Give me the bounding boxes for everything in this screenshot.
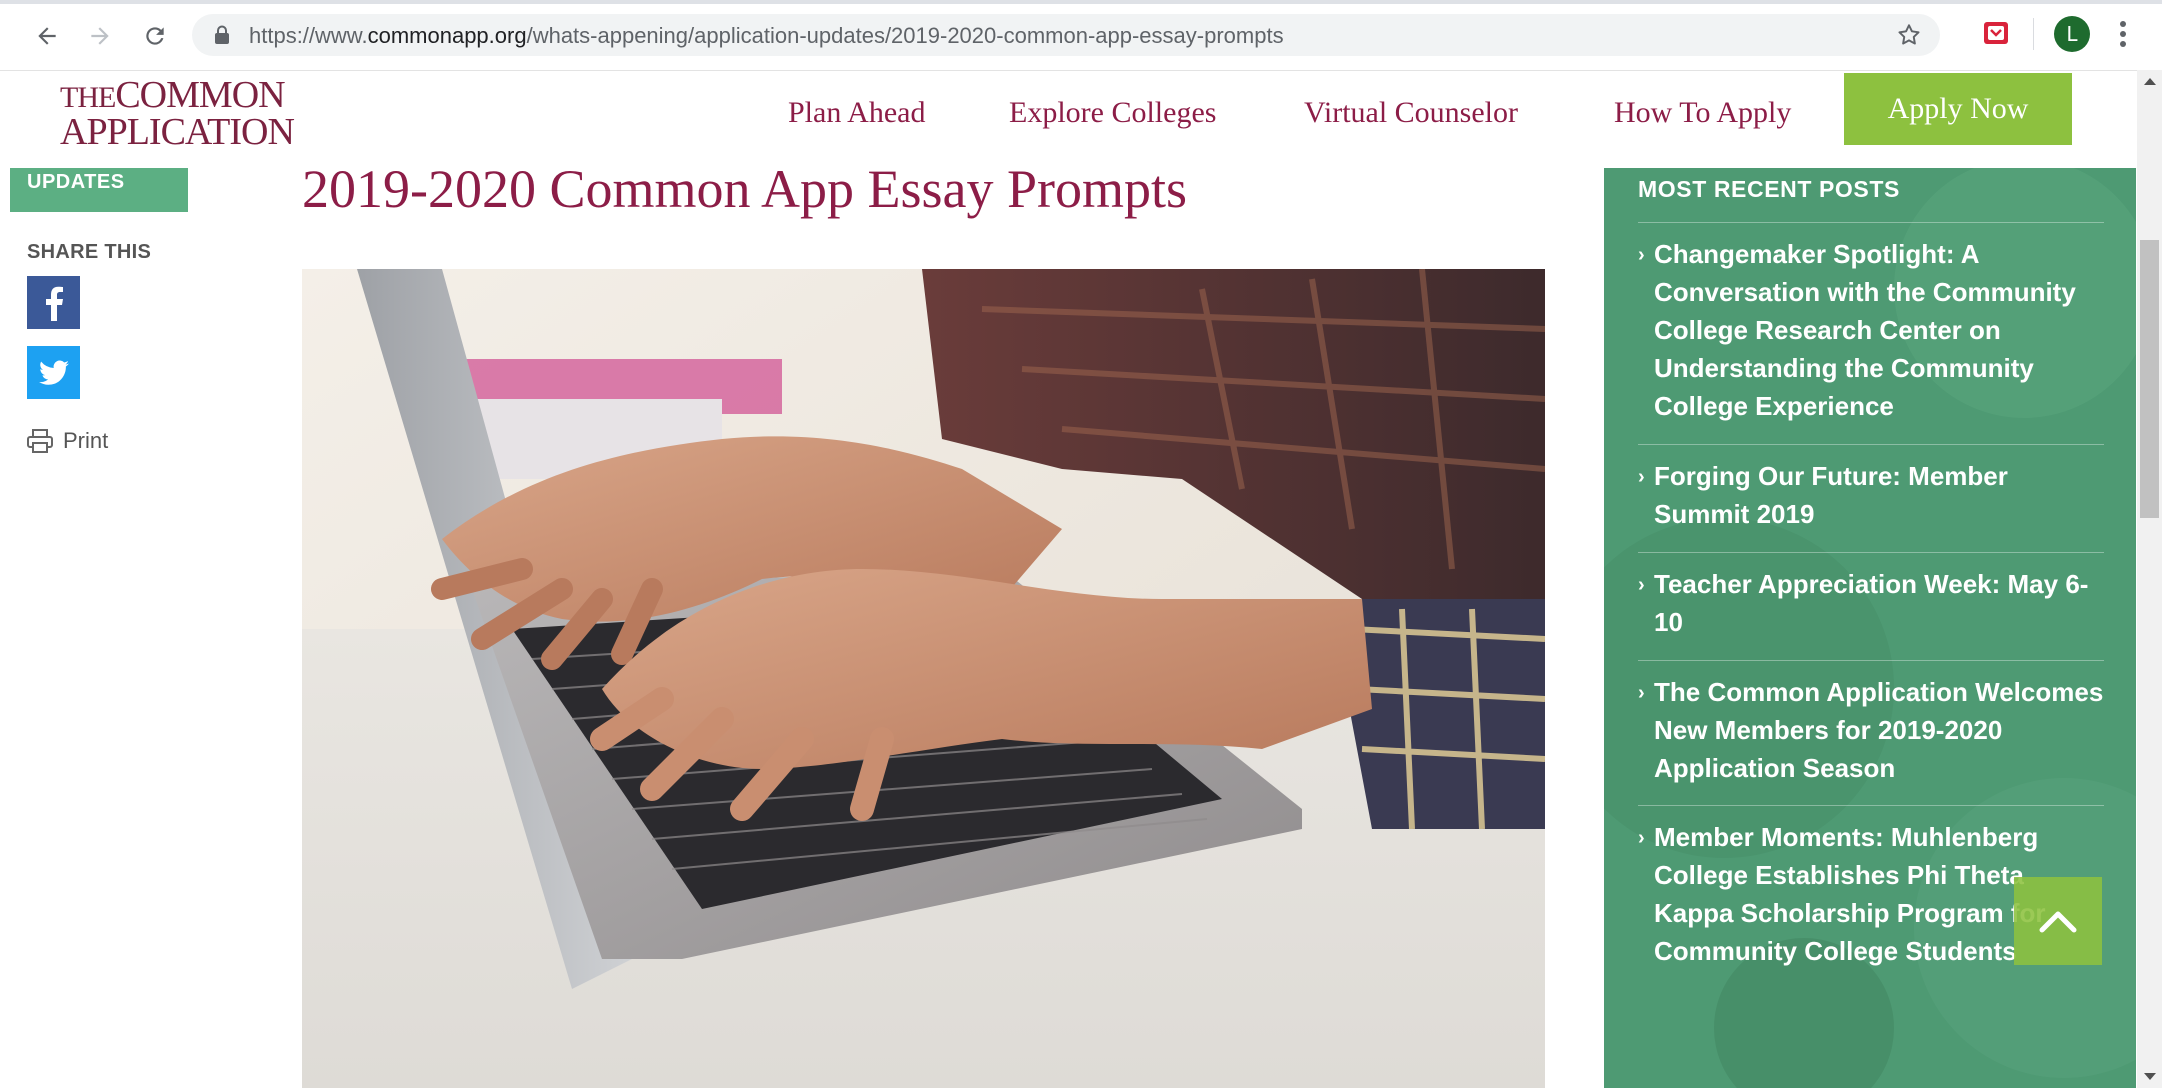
address-bar[interactable]: https://www.commonapp.org/whats-appening… [192, 14, 1940, 56]
chevron-right-icon: › [1638, 244, 1645, 266]
twitter-share-button[interactable] [27, 346, 80, 399]
nav-explore-colleges[interactable]: Explore Colleges [1009, 96, 1216, 130]
most-recent-posts-heading: MOST RECENT POSTS [1638, 176, 1900, 202]
logo-the: THE [60, 81, 116, 114]
recent-post-title: Teacher Appreciation Week: May 6-10 [1654, 569, 2089, 637]
nav-plan-ahead[interactable]: Plan Ahead [788, 96, 925, 130]
recent-post-title: The Common Application Welcomes New Memb… [1654, 677, 2104, 783]
recent-post-title: Changemaker Spotlight: A Conversation wi… [1654, 239, 2076, 421]
chevron-right-icon: › [1638, 827, 1645, 849]
reload-icon [146, 27, 164, 45]
print-button[interactable]: Print [27, 428, 108, 454]
nav-virtual-counselor[interactable]: Virtual Counselor [1304, 96, 1518, 130]
extension-icon[interactable] [1979, 16, 2013, 50]
page-scrollbar[interactable] [2137, 70, 2162, 1088]
share-this-heading: SHARE THIS [27, 241, 152, 263]
recent-post-title: Forging Our Future: Member Summit 2019 [1654, 461, 2008, 529]
twitter-icon [38, 359, 69, 385]
updates-category-tag[interactable]: UPDATES [10, 168, 188, 212]
site-logo[interactable]: THECOMMON APPLICATION [60, 76, 295, 153]
recent-post-link[interactable]: › Teacher Appreciation Week: May 6-10 [1638, 552, 2104, 661]
chevron-up-icon [2039, 911, 2077, 933]
profile-avatar[interactable]: L [2054, 16, 2090, 52]
laptop-typing-photo [302, 269, 1545, 1088]
printer-icon [27, 429, 53, 453]
lock-icon [215, 25, 229, 44]
facebook-icon [45, 286, 63, 321]
logo-application: APPLICATION [60, 111, 295, 153]
recent-post-link[interactable]: › Forging Our Future: Member Summit 2019 [1638, 444, 2104, 553]
article-title: 2019-2020 Common App Essay Prompts [302, 159, 1188, 219]
browser-toolbar: https://www.commonapp.org/whats-appening… [0, 0, 2162, 71]
kebab-menu-icon[interactable] [2117, 18, 2129, 50]
forward-icon [91, 27, 109, 45]
star-icon[interactable] [1896, 22, 1922, 48]
nav-how-to-apply[interactable]: How To Apply [1614, 96, 1791, 130]
back-button[interactable] [25, 14, 69, 58]
url-scheme: https://www. [249, 23, 368, 48]
article-hero-image [302, 269, 1545, 1088]
recent-post-link[interactable]: › Changemaker Spotlight: A Conversation … [1638, 222, 2104, 445]
url-host: commonapp.org [367, 23, 527, 48]
chevron-right-icon: › [1638, 466, 1645, 488]
back-to-top-button[interactable] [2014, 877, 2102, 965]
logo-common: COMMON [115, 74, 285, 116]
scroll-down-arrow[interactable] [2144, 1073, 2156, 1080]
chevron-right-icon: › [1638, 682, 1645, 704]
tab-strip-edge [0, 0, 2162, 4]
url-text: https://www.commonapp.org/whats-appening… [249, 23, 1284, 49]
recent-post-link[interactable]: › The Common Application Welcomes New Me… [1638, 660, 2104, 806]
back-icon [38, 27, 56, 45]
facebook-share-button[interactable] [27, 276, 80, 329]
print-label: Print [63, 428, 109, 453]
apply-now-button[interactable]: Apply Now [1844, 73, 2072, 145]
chevron-right-icon: › [1638, 574, 1645, 596]
scroll-up-arrow[interactable] [2144, 78, 2156, 85]
reload-button[interactable] [133, 14, 177, 58]
forward-button[interactable] [78, 14, 122, 58]
toolbar-divider [2033, 18, 2034, 50]
scrollbar-thumb[interactable] [2140, 240, 2159, 518]
url-path: /whats-appening/application-updates/2019… [526, 23, 1284, 48]
